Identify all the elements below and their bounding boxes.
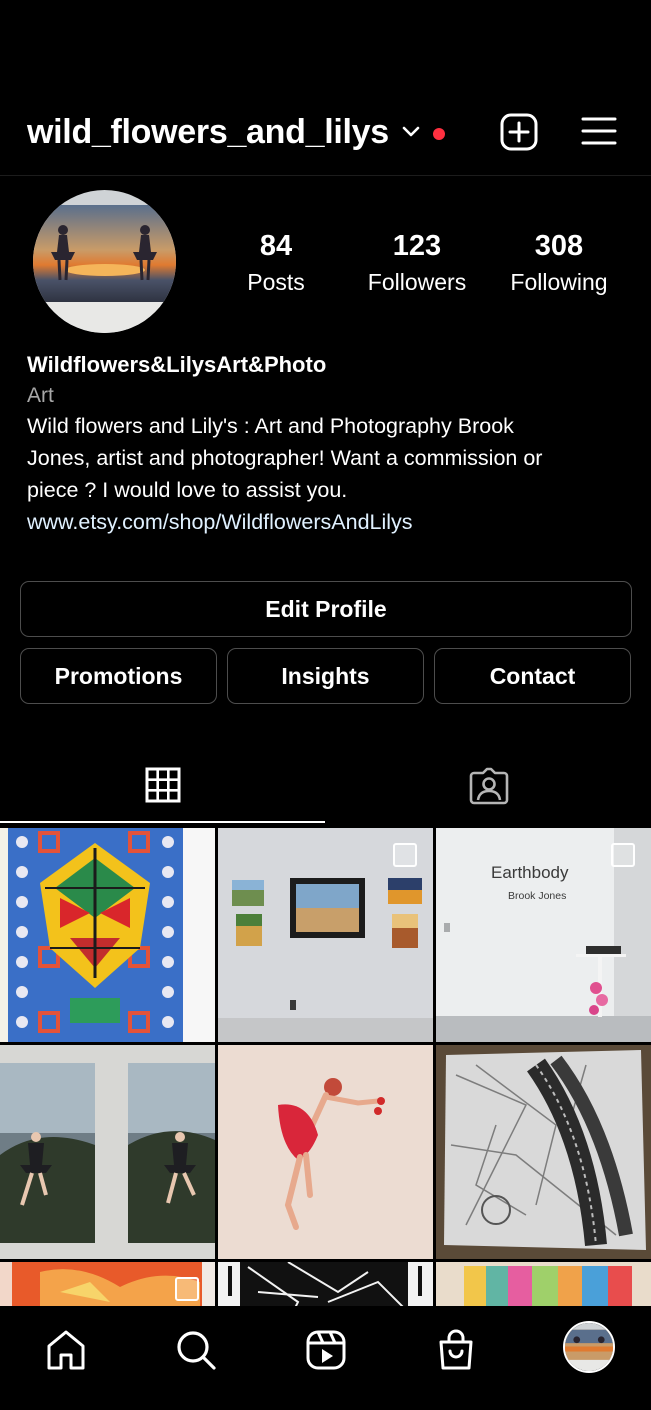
multi-post-icon [393, 843, 417, 867]
stat-label: Posts [247, 269, 305, 295]
profile-header: wild_flowers_and_lilys [0, 95, 651, 176]
exhibit-sign-title: Earthbody [491, 863, 569, 882]
post-thumbnail[interactable] [0, 828, 215, 1042]
notification-dot [433, 128, 445, 140]
multi-post-icon [611, 843, 635, 867]
followers-count[interactable]: 123 Followers [347, 230, 487, 296]
stat-value: 308 [534, 230, 584, 262]
chevron-down-icon[interactable] [401, 125, 421, 139]
grid-icon[interactable] [145, 767, 181, 803]
search-icon[interactable] [174, 1328, 218, 1372]
promotions-button[interactable]: Promotions [20, 648, 217, 704]
shop-icon[interactable] [434, 1328, 478, 1372]
bio-text: Wild flowers and Lily's : Art and Photog… [27, 410, 627, 506]
post-thumbnail[interactable] [436, 1045, 651, 1259]
reels-icon[interactable] [304, 1328, 348, 1372]
posts-count[interactable]: 84 Posts [206, 230, 346, 296]
category-label: Art [27, 384, 54, 407]
post-thumbnail[interactable] [218, 1045, 433, 1259]
home-icon[interactable] [44, 1328, 88, 1372]
insights-button[interactable]: Insights [227, 648, 424, 704]
multi-post-icon [175, 1277, 199, 1301]
post-thumbnail[interactable] [436, 1262, 651, 1306]
profile-avatar[interactable] [563, 1321, 615, 1373]
profile-avatar[interactable] [33, 190, 176, 333]
profile-tabs [0, 755, 651, 825]
menu-icon[interactable] [580, 114, 618, 148]
post-thumbnail[interactable] [0, 1262, 215, 1306]
exhibit-sign-subtitle: Brook Jones [508, 890, 566, 902]
post-thumbnail[interactable] [218, 828, 433, 1042]
post-thumbnail[interactable]: Earthbody Brook Jones [436, 828, 651, 1042]
create-icon[interactable] [500, 113, 538, 151]
post-thumbnail[interactable] [0, 1045, 215, 1259]
stat-label: Following [510, 269, 608, 295]
active-tab-indicator [0, 821, 325, 823]
following-count[interactable]: 308 Following [489, 230, 629, 296]
contact-button[interactable]: Contact [434, 648, 631, 704]
username-switcher[interactable]: wild_flowers_and_lilys [27, 113, 389, 152]
bottom-navigation [0, 1306, 651, 1410]
stat-value: 84 [259, 230, 293, 262]
bio-line: piece ? I would love to assist you. [27, 478, 348, 502]
display-name: Wildflowers&LilysArt&Photo [27, 352, 327, 377]
tagged-icon[interactable] [469, 767, 509, 805]
post-thumbnail[interactable] [218, 1262, 433, 1306]
profile-bio: Wildflowers&LilysArt&Photo Art Wild flow… [27, 352, 627, 538]
bio-line: Jones, artist and photographer! Want a c… [27, 446, 543, 470]
stat-label: Followers [367, 269, 467, 295]
edit-profile-button[interactable]: Edit Profile [20, 581, 632, 637]
stat-value: 123 [392, 230, 442, 262]
posts-grid: Earthbody Brook Jones [0, 828, 651, 1306]
website-link[interactable]: www.etsy.com/shop/WildflowersAndLilys [27, 506, 627, 538]
bio-line: Wild flowers and Lily's : Art and Photog… [27, 414, 514, 438]
